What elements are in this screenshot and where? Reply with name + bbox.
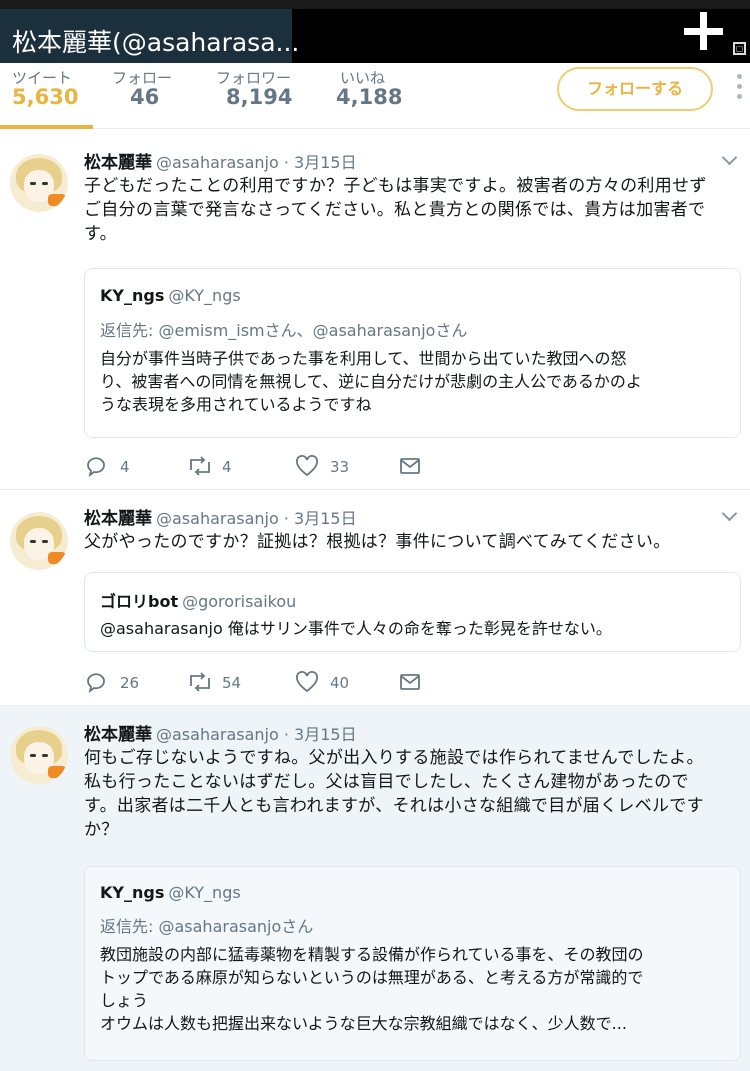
- title-box: 松本麗華(@asaharasa...: [0, 9, 299, 63]
- envelope-icon: [400, 674, 420, 690]
- more-options-icon[interactable]: [736, 74, 744, 102]
- stat-value: 46: [130, 85, 160, 109]
- status-strip: [0, 0, 750, 9]
- avatar[interactable]: [10, 154, 68, 212]
- quote-author-handle: @gororisaikou: [182, 592, 297, 611]
- tweet[interactable]: 松本麗華 @asaharasanjo · 3月15日 子どもだったことの利用ですか…: [0, 130, 750, 490]
- like-count: 40: [330, 674, 350, 692]
- tweet-line: す。出家者は二千人とも言われますが、それは小さな組織で目が届くレベルです: [84, 796, 704, 816]
- tweet-author-handle: @asaharasanjo · 3月15日: [156, 153, 357, 172]
- quote-reply-to: 返信先: @asaharasanjoさん: [100, 917, 314, 936]
- quote-author-handle: @KY_ngs: [168, 286, 241, 305]
- reply-count: 26: [120, 674, 140, 692]
- quote-line: り、被害者への同情を無視して、逆に自分だけが悲劇の主人公であるかのよ: [100, 372, 642, 391]
- quote-header: KY_ngs @KY_ngs: [100, 883, 241, 902]
- tweet-line: 何もご存じないようですね。父が出入りする施設では作られてませんでしたよ。: [84, 748, 704, 768]
- retweet-icon: [190, 672, 210, 692]
- tweet-line: 子どもだったことの利用ですか？子どもは事実ですよ。被害者の方々の利用せず: [84, 176, 707, 196]
- quote-author-handle: @KY_ngs: [168, 883, 241, 902]
- quote-author-name: KY_ngs: [100, 286, 165, 305]
- chevron-down-icon[interactable]: [722, 508, 738, 524]
- envelope-icon: [400, 458, 420, 474]
- tweet-line: か？: [84, 820, 119, 840]
- tweet-text: 父がやったのですか？証拠は？根拠は？事件について調べてみてください。: [84, 530, 744, 554]
- chevron-down-icon[interactable]: [722, 152, 738, 168]
- tweet-header: 松本麗華 @asaharasanjo · 3月15日: [84, 148, 357, 173]
- quote-line: うな表現を多用されているようですね: [100, 395, 372, 414]
- heart-icon: [296, 455, 318, 477]
- tweet-author-handle: @asaharasanjo · 3月15日: [156, 725, 357, 744]
- reply-icon: [87, 457, 105, 478]
- tweet-author-name[interactable]: 松本麗華: [84, 153, 152, 173]
- tweet[interactable]: 松本麗華 @asaharasanjo · 3月15日 何もご存じないようですね。父…: [0, 706, 750, 1071]
- tweet-actions: 26 54 40: [84, 670, 734, 694]
- quoted-tweet[interactable]: KY_ngs @KY_ngs 返信先: @asaharasanjoさん 教団施設の…: [84, 866, 741, 1061]
- tweet-header: 松本麗華 @asaharasanjo · 3月15日: [84, 504, 357, 529]
- follow-button[interactable]: フォローする: [557, 67, 713, 111]
- tweet-line: 私も行ったことないはずだし。父は盲目でしたし、たくさん建物があったので: [84, 772, 689, 792]
- page-title: 松本麗華(@asaharasa...: [12, 28, 300, 57]
- quote-text: @asaharasanjo 俺はサリン事件で人々の命を奪った彰晃を許せない。: [100, 617, 730, 640]
- plus-icon[interactable]: [680, 10, 726, 56]
- tweet-actions: 4 4 33: [84, 454, 734, 478]
- quote-line: 教団施設の内部に猛毒薬物を精製する設備が作られている事を、その教団の: [100, 945, 644, 964]
- tweet-author-name[interactable]: 松本麗華: [84, 509, 152, 529]
- tweet-line: ご自分の言葉で発言なさってください。私と貴方との関係では、貴方は加害者で: [84, 200, 706, 220]
- quote-text: 教団施設の内部に猛毒薬物を精製する設備が作られている事を、その教団の トップであ…: [100, 943, 730, 1035]
- quoted-tweet[interactable]: ゴロリbot @gororisaikou @asaharasanjo 俺はサリン事…: [84, 572, 741, 652]
- tweet-author-handle: @asaharasanjo · 3月15日: [156, 509, 357, 528]
- avatar[interactable]: [10, 512, 68, 570]
- stat-value: 5,630: [12, 85, 79, 109]
- retweet-count: 54: [222, 674, 242, 692]
- tweet-header: 松本麗華 @asaharasanjo · 3月15日: [84, 720, 357, 745]
- tweet[interactable]: 松本麗華 @asaharasanjo · 3月15日 父がやったのですか？証拠は？…: [0, 490, 750, 706]
- top-bar: 松本麗華(@asaharasa... ▢: [0, 0, 750, 63]
- tweet-text: 何もご存じないようですね。父が出入りする施設では作られてませんでしたよ。 私も行…: [84, 746, 744, 842]
- active-tab-underline: [0, 125, 93, 129]
- quote-author-name: KY_ngs: [100, 883, 165, 902]
- stat-value: 8,194: [226, 85, 293, 109]
- quote-header: KY_ngs @KY_ngs: [100, 286, 241, 305]
- quote-author-name: ゴロリbot: [100, 592, 179, 611]
- avatar[interactable]: [10, 726, 68, 784]
- quote-line: しょう: [100, 991, 149, 1010]
- quote-line: トップである麻原が知らないというのは無理がある、と考える方が常識的で: [100, 968, 644, 987]
- quote-line: オウムは人数も把握出来ないような巨大な宗教組織ではなく、少人数で...: [100, 1014, 627, 1033]
- tweet-line: 父がやったのですか？証拠は？根拠は？事件について調べてみてください。: [84, 532, 671, 552]
- quoted-tweet[interactable]: KY_ngs @KY_ngs 返信先: @emism_ismさん、@asahara…: [84, 268, 741, 438]
- quote-text: 自分が事件当時子供であった事を利用して、世間から出ていた教団への怒 り、被害者へ…: [100, 347, 730, 416]
- heart-icon: [296, 671, 318, 693]
- quote-line: 自分が事件当時子供であった事を利用して、世間から出ていた教団への怒: [100, 349, 627, 368]
- quote-line: @asaharasanjo 俺はサリン事件で人々の命を奪った彰晃を許せない。: [100, 619, 612, 638]
- reply-icon: [87, 673, 105, 694]
- quote-reply-to: 返信先: @emism_ismさん、@asaharasanjoさん: [100, 321, 468, 340]
- reply-count: 4: [120, 458, 130, 476]
- retweet-icon: [190, 456, 210, 476]
- quote-header: ゴロリbot @gororisaikou: [100, 588, 296, 612]
- tweet-author-name[interactable]: 松本麗華: [84, 725, 152, 745]
- like-count: 33: [330, 458, 350, 476]
- window-icon[interactable]: ▢: [733, 42, 746, 55]
- tweet-line: す。: [84, 224, 117, 244]
- tweet-text: 子どもだったことの利用ですか？子どもは事実ですよ。被害者の方々の利用せず ご自分…: [84, 174, 744, 246]
- stat-value: 4,188: [336, 85, 403, 109]
- retweet-count: 4: [222, 458, 232, 476]
